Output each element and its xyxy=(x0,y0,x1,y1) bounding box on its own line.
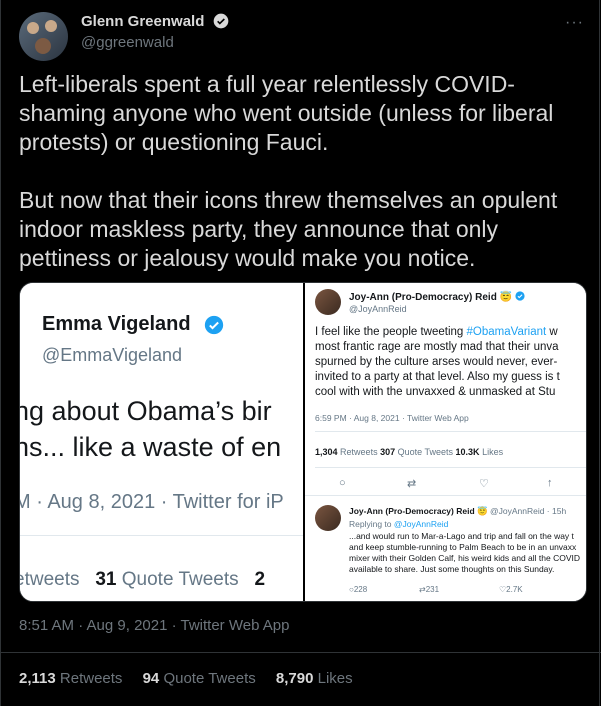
verified-icon xyxy=(213,13,228,29)
share-icon: ↑ xyxy=(547,477,553,489)
verified-icon xyxy=(515,291,525,301)
author-name[interactable]: Glenn Greenwald xyxy=(81,13,229,30)
retweet-count: ⇄ 231 xyxy=(419,585,440,594)
retweet-icon: ⇄ xyxy=(407,478,417,490)
embedded-reply-text: ...and would run to Mar-a-Lago and trip … xyxy=(349,531,581,574)
divider xyxy=(315,431,586,432)
embedded-tweet-text: ng about Obama’s bir ns... like a waste … xyxy=(20,396,282,462)
tweet-stats: 2,113 Retweets 94 Quote Tweets 8,790 Lik… xyxy=(19,670,369,687)
divider xyxy=(20,535,303,536)
embedded-author-handle: @EmmaVigeland xyxy=(42,345,183,365)
embedded-reply-header: Joy-Ann (Pro-Democracy) Reid 😇 @JoyAnnRe… xyxy=(349,506,567,516)
embedded-tweet-text: I feel like the people tweeting #ObamaVa… xyxy=(315,326,560,398)
tweet-timestamp[interactable]: 8:51 AM · Aug 9, 2021 · Twitter Web App xyxy=(19,617,289,634)
hashtag-link: #ObamaVariant xyxy=(466,326,547,338)
reply-icon: ○ xyxy=(339,477,346,489)
embedded-reply-avatar xyxy=(315,505,341,531)
embedded-author-name: Emma Vigeland xyxy=(42,313,191,335)
media-left-screenshot[interactable]: Emma Vigeland @EmmaVigeland ng about Oba… xyxy=(20,283,303,601)
author-name-text[interactable]: Glenn Greenwald xyxy=(81,13,204,30)
more-options-icon[interactable]: ··· xyxy=(565,14,584,32)
likes-stat[interactable]: 8,790 Likes xyxy=(276,670,353,687)
quote-tweets-stat[interactable]: 94 Quote Tweets xyxy=(143,670,256,687)
author-handle[interactable]: @ggreenwald xyxy=(81,34,174,51)
embedded-author-name: Joy-Ann (Pro-Democracy) Reid 😇 xyxy=(349,291,525,303)
embedded-tweet-meta: M · Aug 8, 2021 · Twitter for iP xyxy=(20,491,284,513)
embedded-avatar xyxy=(315,289,341,315)
tweet: Glenn Greenwald @ggreenwald ··· Left-lib… xyxy=(0,0,601,706)
tweet-text: Left-liberals spent a full year relentle… xyxy=(19,71,558,271)
embedded-author-handle: @JoyAnnReid xyxy=(349,304,407,314)
divider xyxy=(315,467,586,468)
like-icon: ♡ xyxy=(479,478,489,490)
like-count: ♡ 2.7K xyxy=(499,585,523,594)
divider xyxy=(1,652,601,653)
verified-icon xyxy=(204,315,224,335)
divider xyxy=(305,495,586,496)
embedded-action-bar: ○ ⇄ ♡ ↑ xyxy=(305,477,586,491)
embedded-tweet-meta: 6:59 PM · Aug 8, 2021 · Twitter Web App xyxy=(315,413,469,423)
embedded-tweet-stats: 1,304 Retweets 307 Quote Tweets 10.3K Li… xyxy=(315,447,504,457)
avatar[interactable] xyxy=(19,12,68,61)
embedded-tweet-stats: etweets 31 Quote Tweets 2 xyxy=(20,569,266,590)
replying-to-label: Replying to @JoyAnnReid xyxy=(349,519,449,529)
tweet-media[interactable]: Emma Vigeland @EmmaVigeland ng about Oba… xyxy=(19,282,587,602)
retweets-stat[interactable]: 2,113 Retweets xyxy=(19,670,122,687)
reply-count: ○ 228 xyxy=(349,585,368,594)
media-right-screenshot[interactable]: Joy-Ann (Pro-Democracy) Reid 😇 @JoyAnnRe… xyxy=(305,283,586,601)
